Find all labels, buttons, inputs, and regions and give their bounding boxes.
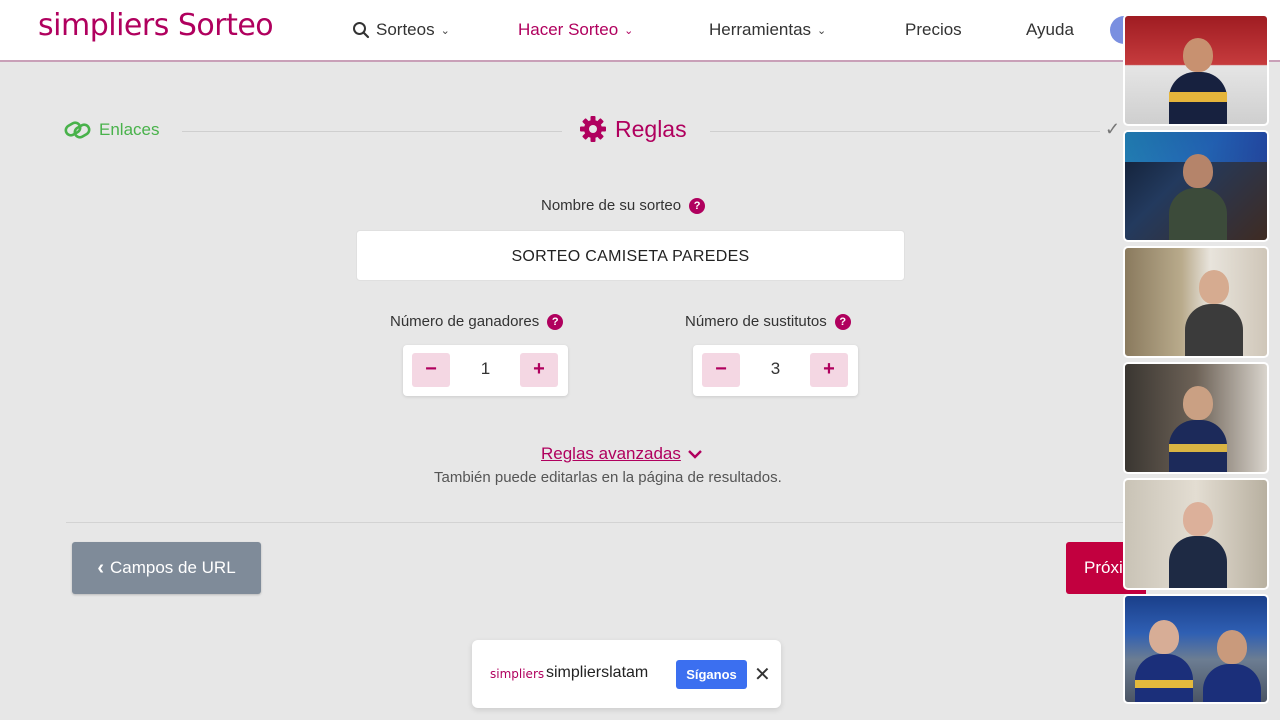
step-reglas-label: Reglas bbox=[615, 115, 687, 142]
follow-button[interactable]: Síganos bbox=[676, 660, 747, 689]
divider bbox=[66, 522, 1126, 523]
nav-precios[interactable]: Precios bbox=[905, 20, 962, 40]
nav-sorteos-label: Sorteos bbox=[376, 20, 435, 39]
raffle-name-input[interactable]: SORTEO CAMISETA PAREDES bbox=[356, 230, 905, 281]
participant-silhouette bbox=[1169, 502, 1227, 588]
participant-silhouette bbox=[1135, 620, 1193, 702]
substitutes-label-text: Número de sustitutos bbox=[685, 313, 827, 330]
gear-icon bbox=[580, 116, 606, 142]
participant-video-3[interactable] bbox=[1123, 246, 1269, 358]
close-icon[interactable]: ✕ bbox=[754, 662, 771, 687]
chevron-down-icon: ⌄ bbox=[817, 24, 827, 37]
advanced-rules-label: Reglas avanzadas bbox=[541, 444, 681, 463]
back-button-label: Campos de URL bbox=[110, 558, 236, 577]
checkmark-icon: ✓ bbox=[1105, 119, 1121, 139]
participant-silhouette bbox=[1169, 38, 1227, 124]
chevron-down-icon: ⌄ bbox=[624, 24, 634, 37]
participant-video-4[interactable] bbox=[1123, 362, 1269, 474]
participant-silhouette bbox=[1169, 154, 1227, 240]
advanced-rules-link[interactable]: Reglas avanzadas bbox=[541, 444, 703, 464]
participant-silhouette bbox=[1169, 386, 1227, 472]
chevron-left-icon: ‹ bbox=[97, 556, 104, 579]
nav-sorteos[interactable]: Sorteos ⌄ bbox=[352, 20, 450, 40]
nav-herramientas[interactable]: Herramientas ⌄ bbox=[709, 20, 826, 40]
step-connector bbox=[182, 131, 562, 132]
follow-account-name: simplierslatam bbox=[546, 664, 649, 681]
participant-video-2[interactable] bbox=[1123, 130, 1269, 242]
increment-button[interactable]: + bbox=[520, 353, 558, 387]
chevron-down-icon: ⌄ bbox=[440, 24, 450, 37]
advanced-rules-note: También puede editarlas en la página de … bbox=[434, 469, 782, 486]
winners-value[interactable]: 1 bbox=[463, 359, 508, 379]
participant-silhouette bbox=[1203, 630, 1261, 702]
winners-stepper: − 1 + bbox=[403, 345, 568, 396]
participant-video-5[interactable] bbox=[1123, 478, 1269, 590]
substitutes-label: Número de sustitutos ? bbox=[685, 313, 851, 330]
site-logo[interactable]: simpliers Sorteo bbox=[38, 8, 274, 43]
step-reglas: Reglas bbox=[579, 115, 687, 143]
substitutes-stepper: − 3 + bbox=[693, 345, 858, 396]
help-icon[interactable]: ? bbox=[689, 197, 706, 214]
participant-video-6[interactable] bbox=[1123, 594, 1269, 704]
nav-hacer-sorteo[interactable]: Hacer Sorteo ⌄ bbox=[518, 20, 633, 40]
substitutes-value[interactable]: 3 bbox=[753, 359, 798, 379]
decrement-button[interactable]: − bbox=[702, 353, 740, 387]
help-icon[interactable]: ? bbox=[547, 313, 564, 330]
winners-label-text: Número de ganadores bbox=[390, 313, 540, 330]
step-enlaces-label: Enlaces bbox=[99, 120, 160, 139]
top-header: simpliers Sorteo Sorteos ⌄ Hacer Sorteo … bbox=[0, 0, 1280, 62]
link-icon bbox=[64, 121, 91, 139]
winners-label: Número de ganadores ? bbox=[390, 313, 564, 330]
nav-precios-label: Precios bbox=[905, 20, 962, 39]
chevron-down-icon bbox=[688, 450, 702, 459]
nav-ayuda-label: Ayuda bbox=[1026, 20, 1074, 39]
participant-silhouette bbox=[1185, 270, 1243, 356]
increment-button[interactable]: + bbox=[810, 353, 848, 387]
nav-ayuda[interactable]: Ayuda bbox=[1026, 20, 1074, 40]
search-icon bbox=[353, 22, 370, 39]
decrement-button[interactable]: − bbox=[412, 353, 450, 387]
raffle-name-label-text: Nombre de su sorteo bbox=[541, 197, 682, 214]
simpliers-logo: simpliers bbox=[490, 667, 545, 681]
participant-video-1[interactable] bbox=[1123, 14, 1269, 126]
nav-hacer-sorteo-label: Hacer Sorteo bbox=[518, 20, 619, 39]
nav-herramientas-label: Herramientas bbox=[709, 20, 812, 39]
follow-bar: simpliers simplierslatam Síganos ✕ bbox=[472, 640, 781, 708]
help-icon[interactable]: ? bbox=[834, 313, 851, 330]
step-connector bbox=[710, 131, 1100, 132]
back-button[interactable]: ‹ Campos de URL bbox=[72, 542, 261, 594]
step-enlaces[interactable]: Enlaces bbox=[64, 119, 159, 141]
raffle-name-label: Nombre de su sorteo ? bbox=[541, 197, 706, 214]
